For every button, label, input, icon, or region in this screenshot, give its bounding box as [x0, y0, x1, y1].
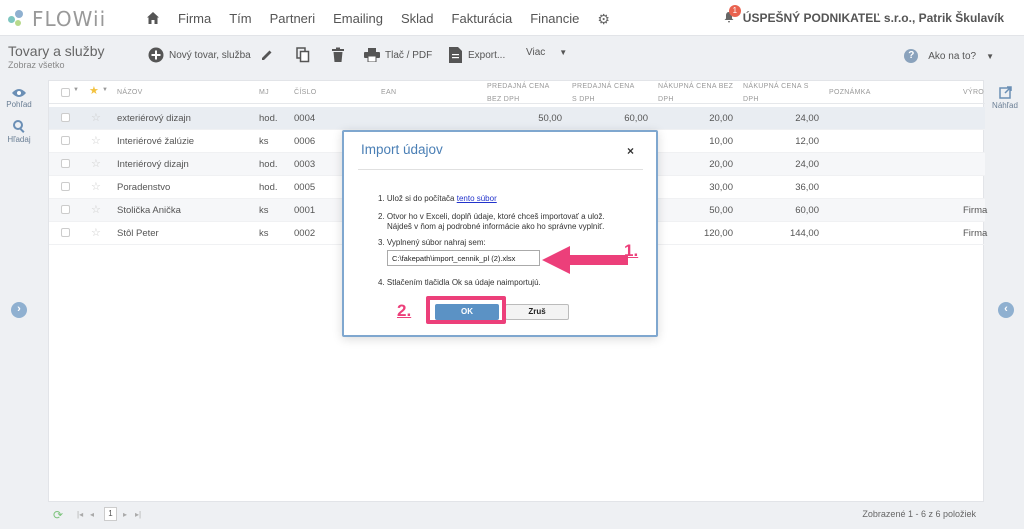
step-2: 2. Otvor ho v Exceli, doplň údaje, ktoré…	[378, 212, 605, 232]
step-2-line2: Nájdeš v ňom aj podrobné informácie ako …	[387, 222, 605, 231]
step-4: 4. Stlačením tlačidla Ok sa údaje naimpo…	[378, 278, 541, 287]
close-icon[interactable]: ×	[627, 144, 634, 158]
step-3: 3. Vyplnený súbor nahraj sem:	[378, 238, 486, 247]
annotation-step-2: 2.	[397, 301, 412, 320]
arrow-left-icon	[542, 246, 628, 274]
step-1: 1. Ulož si do počítača tento súbor	[378, 194, 497, 204]
modal-overlay: Import údajov × 1. Ulož si do počítača t…	[0, 0, 1024, 529]
cancel-button[interactable]: Zruš	[505, 304, 569, 320]
annotation-step-1: 1.	[624, 241, 639, 260]
dialog-divider	[358, 169, 643, 170]
template-file-link[interactable]: tento súbor	[457, 194, 497, 203]
step-2-line1: 2. Otvor ho v Exceli, doplň údaje, ktoré…	[378, 212, 605, 221]
ok-highlight-frame	[426, 296, 506, 324]
dialog-title: Import údajov	[361, 142, 443, 157]
file-upload-input[interactable]: C:\fakepath\import_cennik_pl (2).xlsx	[387, 250, 540, 266]
step-1-text: 1. Ulož si do počítača	[378, 194, 457, 203]
